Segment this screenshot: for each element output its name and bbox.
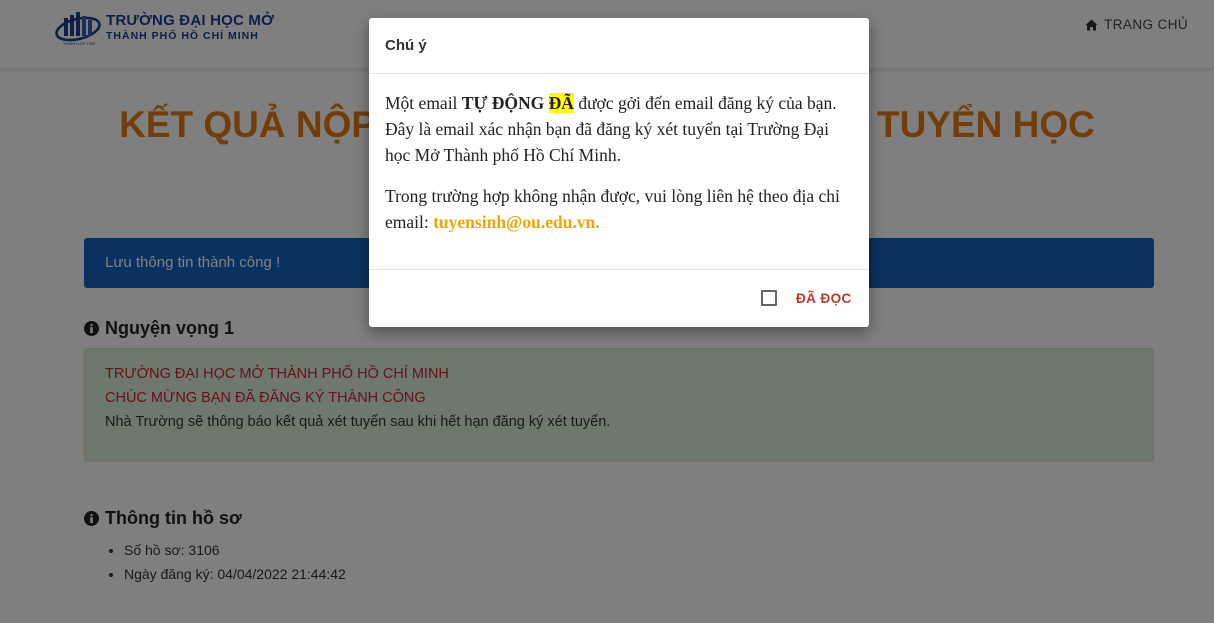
modal-p1-bold: TỰ ĐỘNG <box>461 93 545 113</box>
modal-header: Chú ý <box>369 18 869 74</box>
contact-email-link[interactable]: tuyensinh@ou.edu.vn. <box>433 212 600 232</box>
modal-paragraph-1: Một email TỰ ĐỘNG ĐÃ được gởi đến email … <box>385 90 855 168</box>
modal-paragraph-2: Trong trường hợp không nhận được, vui lò… <box>385 183 855 235</box>
modal-title: Chú ý <box>385 37 427 54</box>
modal-p1-highlight: ĐÃ <box>548 93 574 113</box>
read-checkbox[interactable] <box>761 290 777 306</box>
read-checkbox-label[interactable]: ĐÃ ĐỌC <box>796 291 852 306</box>
modal-p1-text-before: Một email <box>385 93 462 113</box>
modal-p1-space <box>544 93 548 113</box>
modal-body: Một email TỰ ĐỘNG ĐÃ được gởi đến email … <box>385 90 855 250</box>
modal-footer: ĐÃ ĐỌC <box>369 269 869 328</box>
notice-modal: Chú ý Một email TỰ ĐỘNG ĐÃ được gởi đến … <box>369 18 869 327</box>
